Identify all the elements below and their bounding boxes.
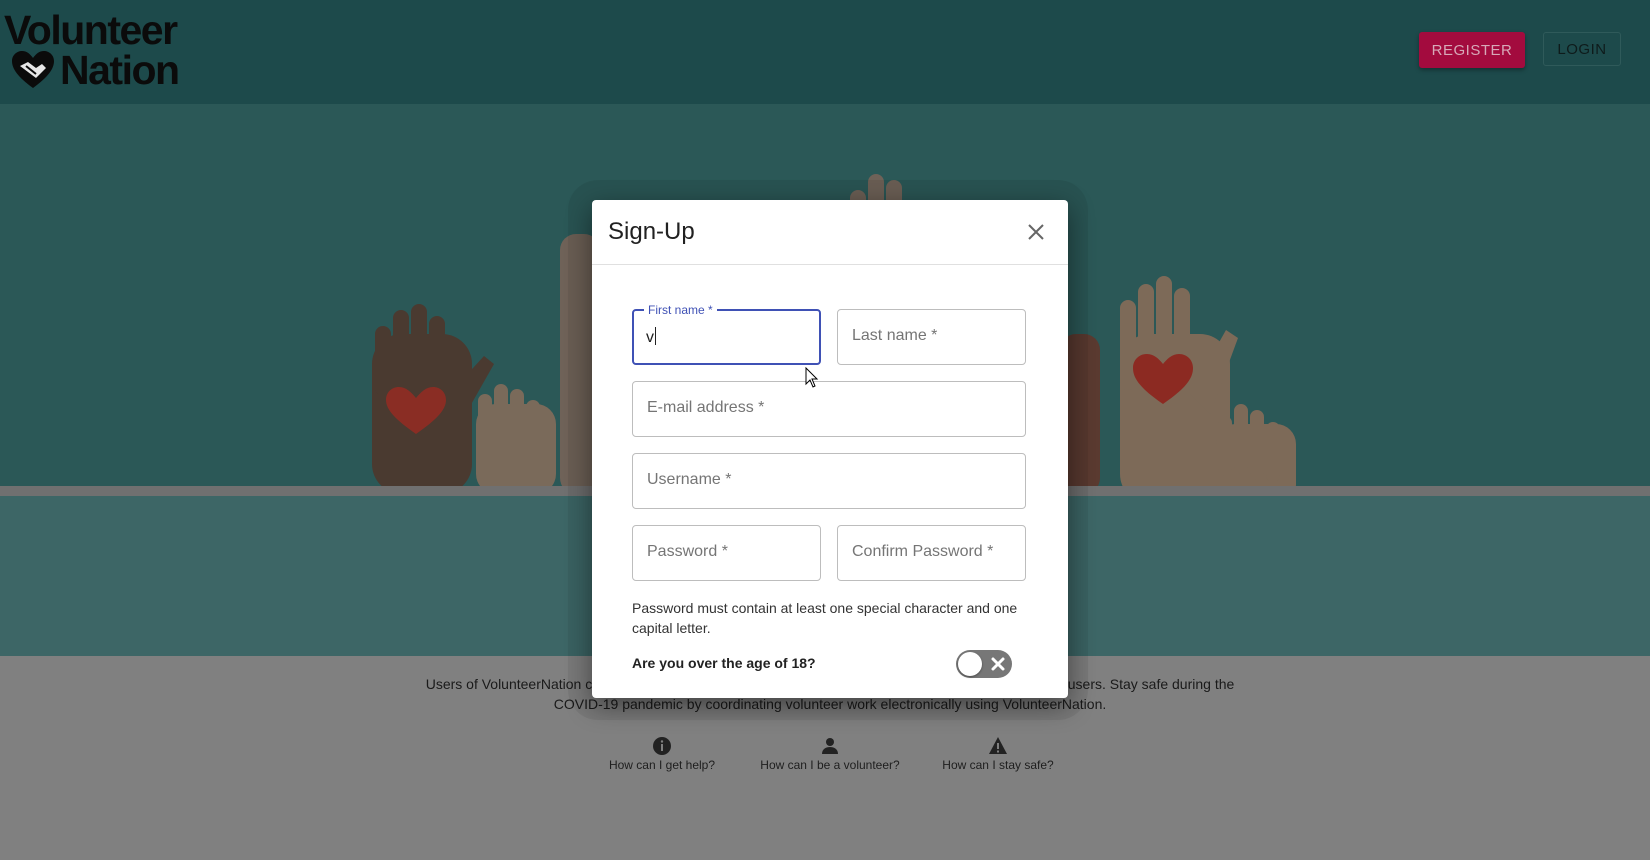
last-name-field[interactable]: Last name * [837,309,1026,365]
logo-text-line1: Volunteer [4,7,178,53]
toggle-knob [958,652,982,676]
password-placeholder: Password * [647,543,728,560]
age-question: Are you over the age of 18? [632,655,816,671]
hand-small-left-icon [476,384,556,486]
help-link-label: How can I get help? [608,758,716,772]
info-icon [653,737,671,755]
email-field[interactable]: E-mail address * [632,381,1026,437]
register-button[interactable]: REGISTER [1419,32,1525,68]
first-name-field[interactable]: First name * v [632,303,821,365]
volunteer-nation-logo[interactable]: Volunteer Nation [4,7,204,93]
safety-link[interactable]: How can I stay safe? [908,736,1088,772]
confirm-password-field[interactable]: Confirm Password * [837,525,1026,581]
first-name-label: First name * [644,303,717,317]
password-hint: Password must contain at least one speci… [632,600,1018,636]
dialog-header: Sign-Up [592,200,1068,265]
text-caret [655,327,656,345]
email-placeholder: E-mail address * [647,399,765,416]
logo-text-line2: Nation [60,47,180,93]
safety-link-label: How can I stay safe? [942,758,1054,772]
confirm-password-placeholder: Confirm Password * [852,543,994,560]
close-button[interactable] [1022,218,1050,246]
volunteer-link-label: How can I be a volunteer? [760,758,900,772]
top-header: Volunteer Nation REGISTER LOGIN [0,0,1650,104]
login-button[interactable]: LOGIN [1543,32,1621,66]
handshake-heart-icon [12,51,54,88]
username-placeholder: Username * [647,471,732,488]
signup-dialog: Sign-Up First name * v Last name * E-mai… [592,200,1068,698]
age-toggle[interactable] [956,650,1012,678]
help-link[interactable]: How can I get help? [572,736,752,772]
password-field[interactable]: Password * [632,525,821,581]
close-icon [1028,224,1044,240]
x-mark-icon [991,657,1005,671]
first-name-value: v [646,327,656,347]
last-name-placeholder: Last name * [852,327,938,344]
mouse-cursor-icon [805,367,819,388]
volunteer-link[interactable]: How can I be a volunteer? [740,736,920,772]
warning-icon [989,737,1007,754]
hand-left-icon [372,304,494,486]
username-field[interactable]: Username * [632,453,1026,509]
person-icon [822,738,838,754]
first-name-text: v [646,329,654,346]
dialog-title: Sign-Up [608,218,695,245]
